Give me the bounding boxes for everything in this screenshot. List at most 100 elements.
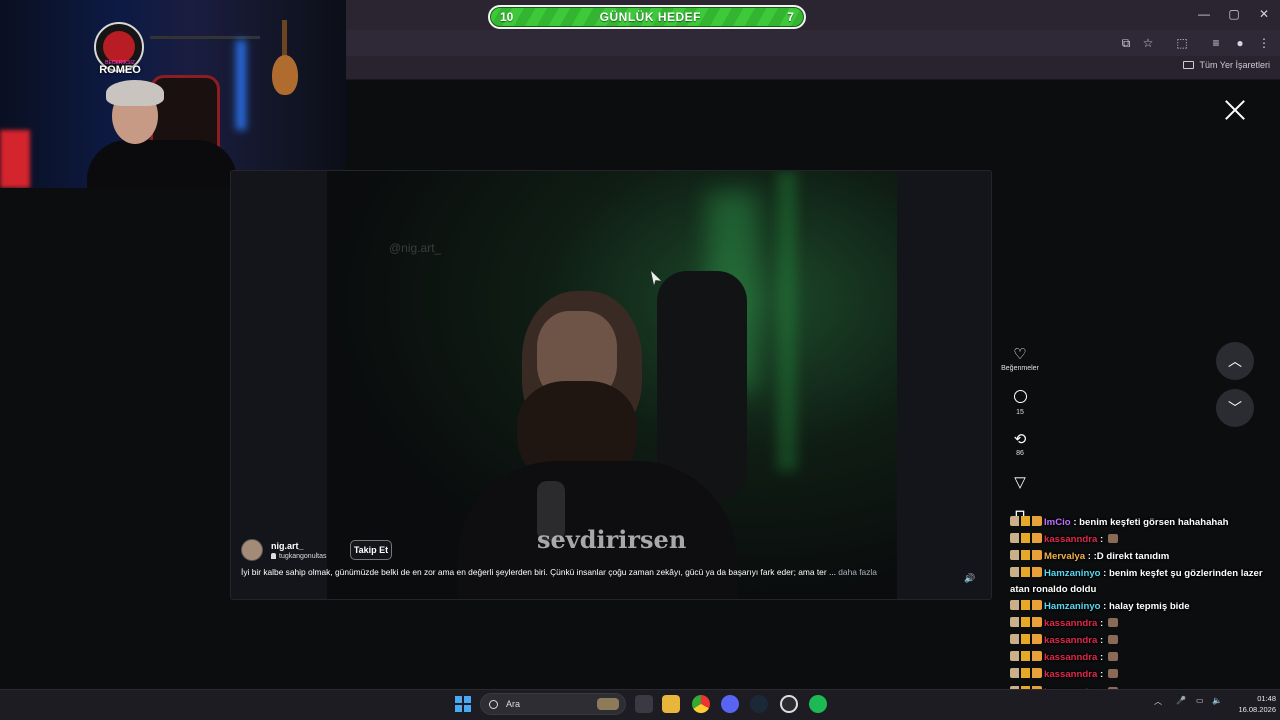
green-glow-strip: [777, 171, 797, 471]
share-action[interactable]: ▽: [995, 474, 1045, 492]
taskbar-search[interactable]: Ara: [480, 693, 626, 715]
chrome-icon[interactable]: [692, 695, 710, 713]
chat-username[interactable]: Hamzaninyo: [1044, 601, 1101, 612]
chat-username[interactable]: kassanndra: [1044, 669, 1097, 680]
repost-action[interactable]: ⟲ 86: [995, 431, 1045, 457]
chat-message: kassanndra :: [1010, 649, 1278, 666]
author-collab-name: tugkangonultas: [279, 552, 327, 560]
chat-badges-icon: [1010, 616, 1042, 627]
stream-chat: ImCio : benim keşfeti görsen hahahahah ka…: [1010, 514, 1278, 718]
author-avatar[interactable]: [241, 539, 263, 561]
comments-count: 15: [1016, 409, 1024, 416]
show-more-link[interactable]: daha fazla: [838, 567, 877, 577]
chat-username[interactable]: Hamzaninyo: [1044, 568, 1101, 579]
chat-text: :: [1097, 617, 1106, 629]
all-bookmarks-label: Tüm Yer İşaretleri: [1199, 60, 1270, 70]
previous-post-button[interactable]: ︿: [1216, 342, 1254, 380]
steam-icon[interactable]: [750, 695, 768, 713]
chat-badges-icon: [1010, 668, 1042, 679]
menu-kebab-icon[interactable]: ⋮: [1254, 33, 1274, 53]
streamer-hair: [106, 80, 164, 106]
goal-title: GÜNLÜK HEDEF: [599, 10, 701, 24]
comment-action[interactable]: 15: [995, 388, 1045, 416]
comment-icon[interactable]: [995, 390, 1045, 408]
video-watermark: @nig.art_: [389, 241, 442, 255]
heart-icon[interactable]: ♡: [995, 346, 1045, 364]
goal-start-value: 10: [500, 10, 514, 24]
tray-chevron-icon[interactable]: ︿: [1154, 696, 1162, 707]
post-author[interactable]: nig.art_ tugkangonultas: [241, 539, 326, 561]
chat-message: Hamzaninyo : benim keşfet şu gözlerinden…: [1010, 566, 1278, 598]
chat-message: ImCio : benim keşfeti görsen hahahahah: [1010, 514, 1278, 531]
reposts-count: 86: [1016, 450, 1024, 457]
taskbar-clock[interactable]: 01:48 16.08.2026: [1236, 693, 1276, 715]
chat-username[interactable]: kassanndra: [1044, 652, 1097, 663]
close-overlay-button[interactable]: [1224, 99, 1246, 121]
chat-username[interactable]: ImCio: [1044, 517, 1071, 528]
goal-end-value: 7: [787, 10, 794, 24]
author-collab[interactable]: tugkangonultas: [271, 553, 326, 560]
repost-icon[interactable]: ⟲: [995, 431, 1045, 449]
chat-username[interactable]: Mervalya: [1044, 551, 1085, 562]
network-icon[interactable]: ▭: [1196, 696, 1204, 705]
chat-badges-icon: [1010, 533, 1042, 544]
chat-message: Hamzaninyo : halay tepmiş bide: [1010, 598, 1278, 615]
chat-badges-icon: [1010, 634, 1042, 645]
mic-icon[interactable]: 🎤: [1176, 696, 1186, 705]
chat-message: kassanndra :: [1010, 632, 1278, 649]
chat-username[interactable]: kassanndra: [1044, 618, 1097, 629]
video-player[interactable]: @nig.art_ sevdirirsen: [327, 171, 897, 599]
guitar-neck: [282, 20, 287, 58]
post-caption: İyi bir kalbe sahip olmak, günümüzde bel…: [241, 567, 877, 577]
chat-message: Mervalya : :D direkt tanıdım: [1010, 548, 1278, 565]
taskbar-search-label: Ara: [506, 699, 521, 709]
logo-name: ROMEO: [99, 64, 141, 76]
chat-text: :: [1097, 652, 1106, 664]
discord-icon[interactable]: [721, 695, 739, 713]
task-view-icon[interactable]: [635, 695, 653, 713]
chat-badges-icon: [1010, 599, 1042, 610]
streamer: [82, 80, 237, 188]
clock-time: 01:48: [1257, 694, 1276, 703]
chat-badges-icon: [1010, 550, 1042, 561]
chat-username[interactable]: kassanndra: [1044, 534, 1097, 545]
search-icon: [489, 699, 498, 709]
sound-icon[interactable]: 🔊: [964, 573, 976, 585]
file-explorer-icon[interactable]: [662, 695, 680, 713]
chat-emote-icon: [1107, 635, 1118, 645]
chat-text: : benim keşfeti görsen hahahahah: [1070, 517, 1229, 528]
profile-avatar[interactable]: ●: [1230, 33, 1250, 53]
windows-start-icon[interactable]: [455, 696, 471, 712]
bookmark-star-icon[interactable]: ☆: [1138, 33, 1158, 53]
like-action[interactable]: ♡ Beğenmeler: [995, 346, 1045, 372]
logo-emblem: [103, 31, 135, 63]
share-icon[interactable]: ▽: [995, 474, 1045, 492]
window-close-button[interactable]: ✕: [1250, 4, 1278, 24]
daily-goal-bar: 10 GÜNLÜK HEDEF 7: [488, 5, 806, 29]
chat-emote-icon: [1107, 669, 1118, 679]
chat-badges-icon: [1010, 651, 1042, 662]
author-name[interactable]: nig.art_: [271, 541, 326, 551]
spotify-icon[interactable]: [809, 695, 827, 713]
blue-light: [236, 40, 246, 130]
next-post-button[interactable]: ﹀: [1216, 389, 1254, 427]
follow-button[interactable]: Takip Et: [350, 540, 392, 560]
extensions-icon[interactable]: ⬚: [1172, 33, 1192, 53]
maximize-button[interactable]: ▢: [1220, 4, 1248, 24]
user-icon: [271, 553, 276, 559]
chat-badges-icon: [1010, 516, 1042, 526]
minimize-button[interactable]: —: [1190, 4, 1218, 24]
media-controls-icon[interactable]: ≡: [1206, 33, 1226, 53]
chat-badges-icon: [1010, 566, 1042, 577]
chat-message: kassanndra :: [1010, 531, 1278, 548]
cast-icon[interactable]: ⧉: [1116, 33, 1136, 53]
video-subtitle: sevdirirsen: [537, 525, 687, 554]
volume-icon[interactable]: 🔈: [1212, 696, 1222, 705]
chat-text: : :D direkt tanıdım: [1085, 551, 1170, 563]
all-bookmarks-folder[interactable]: Tüm Yer İşaretleri: [1183, 60, 1270, 70]
chat-username[interactable]: kassanndra: [1044, 635, 1097, 646]
obs-icon[interactable]: [780, 695, 798, 713]
webcam-overlay: BECERIKSIZ ROMEO: [0, 0, 346, 188]
chat-message: kassanndra :: [1010, 615, 1278, 632]
guitar: [272, 55, 298, 95]
